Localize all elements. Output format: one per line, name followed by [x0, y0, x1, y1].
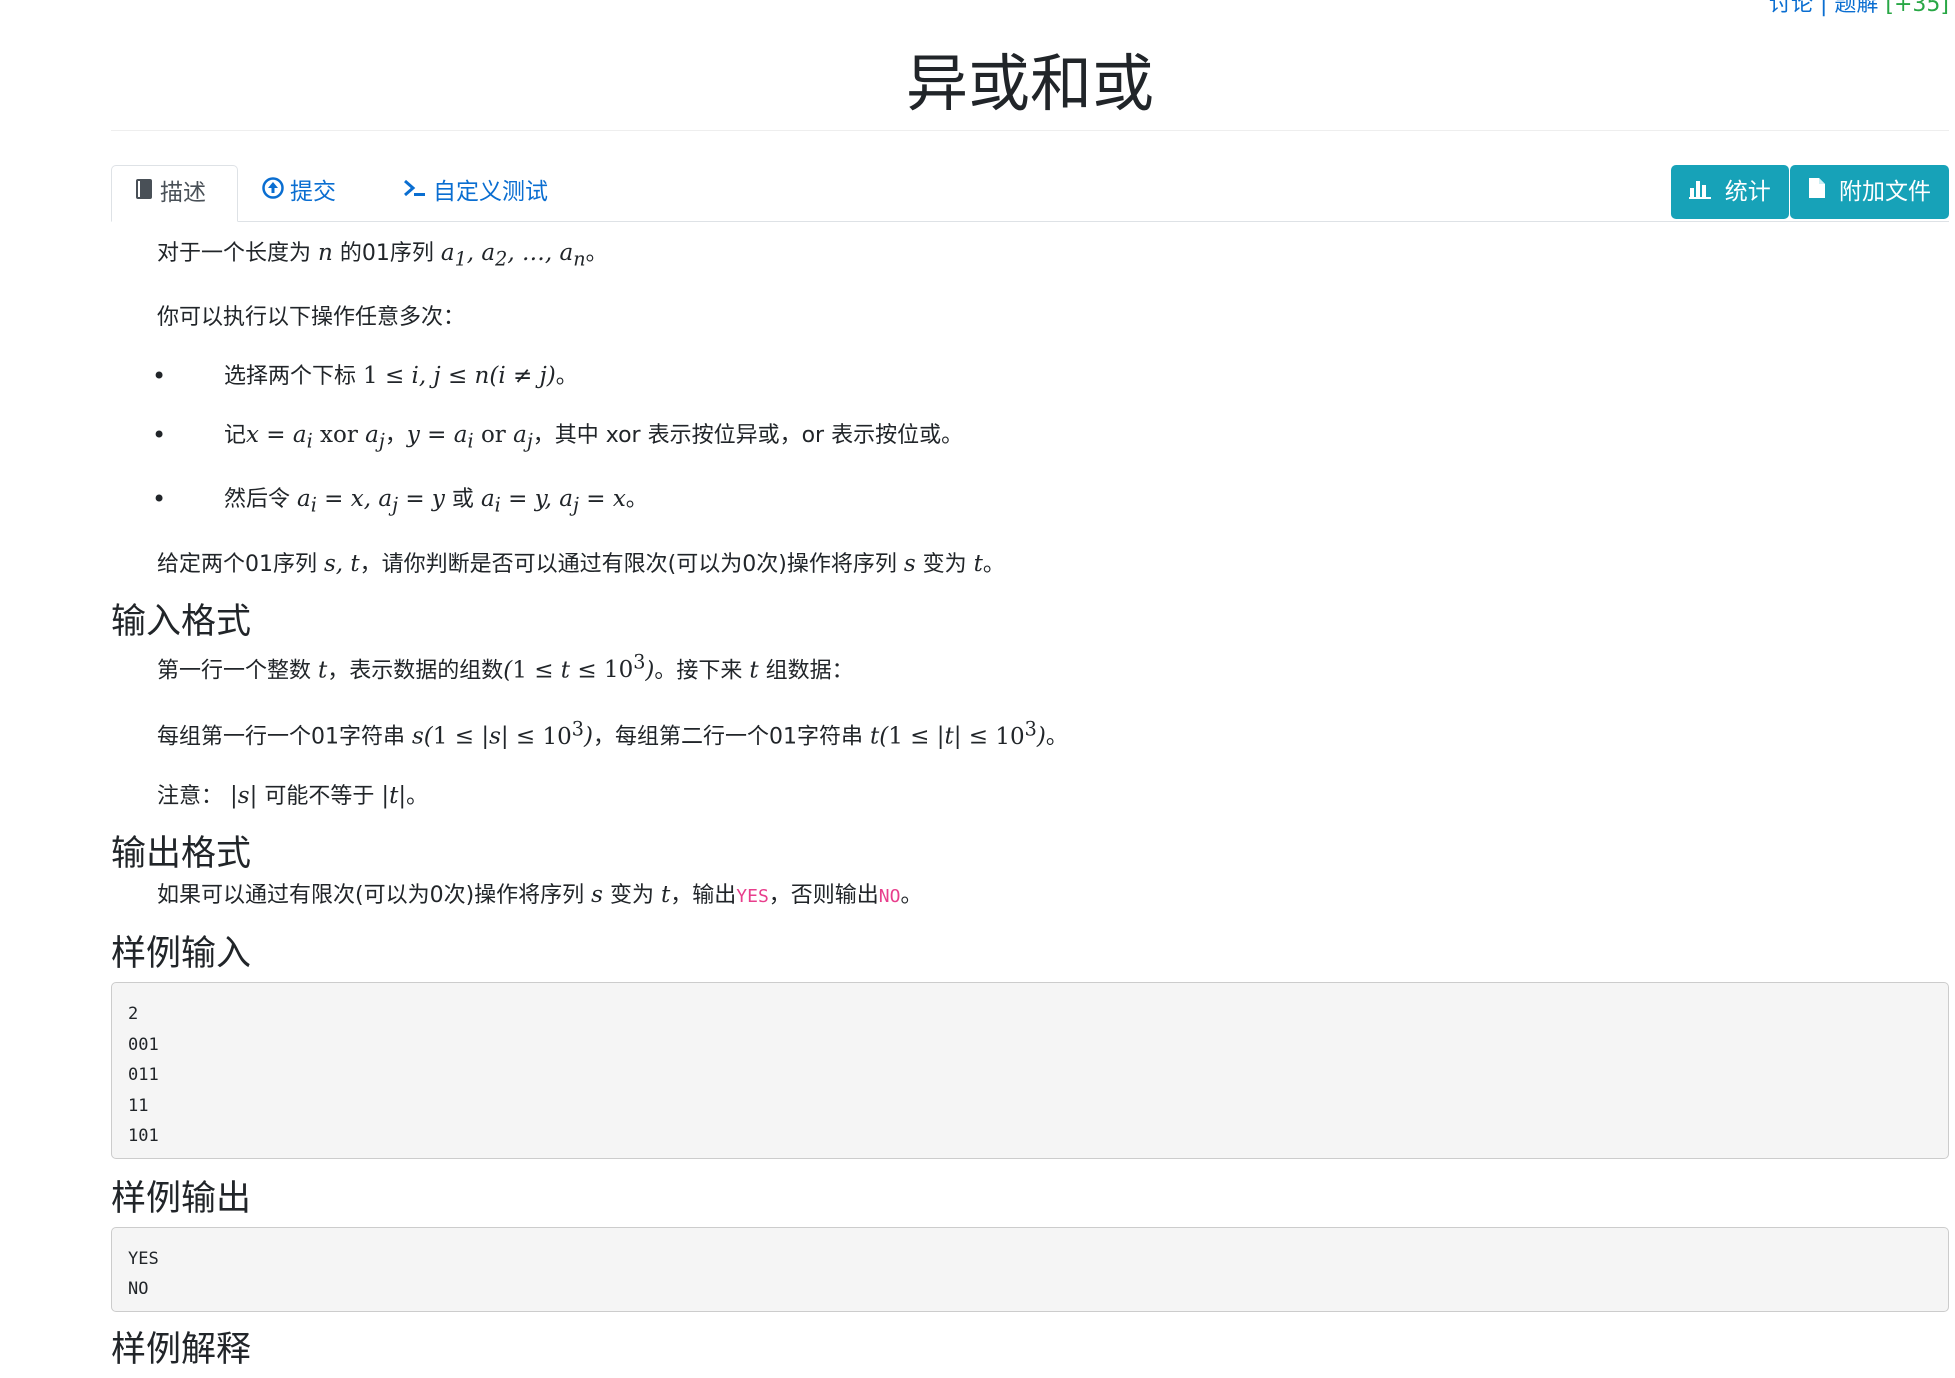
sample-input-heading: 样例输入 [111, 934, 252, 975]
tab-description[interactable]: 描述 [111, 165, 238, 222]
problem-statement: 对于一个长度为 n 的01序列 a1, a2, …, an。 你可以执行以下操作… [111, 238, 1949, 1372]
action-buttons: 统计 附加文件 [1670, 165, 1949, 219]
sample-input-block[interactable]: 2 001 011 11 101 [111, 982, 1949, 1159]
list-item: 选择两个下标 1 ≤ i, j ≤ n(i ≠ j)。 [111, 361, 1949, 392]
desc-paragraph-3: 给定两个01序列 s, t，请你判断是否可以通过有限次(可以为0次)操作将序列 … [157, 550, 1005, 577]
top-links[interactable]: 讨论 | 题解 [+35] [1769, 0, 1949, 18]
desc-paragraph-2: 你可以执行以下操作任意多次： [157, 304, 466, 330]
tab-description-label: 描述 [160, 180, 206, 206]
tab-custom-test-label: 自定义测试 [433, 179, 548, 205]
page-title: 异或和或 [111, 0, 1949, 131]
output-paragraph-1: 如果可以通过有限次(可以为0次)操作将序列 s 变为 t，输出YES，否则输出N… [157, 882, 923, 909]
input-paragraph-3: 注意： |s| 可能不等于 |t|。 [157, 783, 429, 810]
operation-list: 选择两个下标 1 ≤ i, j ≤ n(i ≠ j)。 记x = ai xor … [111, 361, 1949, 521]
sample-output-heading: 样例输出 [111, 1178, 252, 1219]
tab-bar: 描述 提交 自定义测试 统计 附加文件 [111, 165, 1949, 222]
problem-container: 讨论 | 题解 [+35] 异或和或 描述 提交 自定义测试 统计 附加文件 对… [111, 0, 1949, 1372]
input-paragraph-1: 第一行一个整数 t，表示数据的组数(1 ≤ t ≤ 103)。接下来 t 组数据… [157, 650, 854, 684]
book-icon [134, 166, 154, 221]
tab-submit-label: 提交 [290, 179, 336, 205]
input-format-heading: 输入格式 [111, 601, 252, 642]
attachments-label: 附加文件 [1839, 179, 1931, 205]
statistics-label: 统计 [1724, 179, 1771, 205]
statistics-button[interactable]: 统计 [1671, 165, 1789, 219]
upload-icon [262, 165, 284, 220]
bar-chart-icon [1689, 179, 1718, 205]
terminal-icon [403, 165, 427, 220]
list-item: 然后令 ai = x, aj = y 或 ai = y, aj = x。 [111, 484, 1949, 521]
solution-count[interactable]: [+35] [1885, 0, 1949, 17]
sample-output-block[interactable]: YES NO [111, 1226, 1949, 1312]
discussion-solution-links[interactable]: 讨论 | 题解 [1769, 0, 1878, 17]
input-paragraph-2: 每组第一行一个01字符串 s(1 ≤ |s| ≤ 103)，每组第二行一个01字… [157, 717, 1068, 751]
list-item: 记x = ai xor aj，y = ai or aj，其中 xor 表示按位异… [111, 420, 1949, 457]
file-icon [1808, 178, 1833, 205]
tab-submit[interactable]: 提交 [240, 165, 358, 220]
no-code: NO [878, 886, 901, 908]
output-format-heading: 输出格式 [111, 834, 252, 875]
yes-code: YES [736, 886, 769, 908]
desc-paragraph-1: 对于一个长度为 n 的01序列 a1, a2, …, an。 [157, 240, 608, 271]
sample-explanation-heading: 样例解释 [111, 1329, 252, 1370]
attachments-button[interactable]: 附加文件 [1789, 165, 1949, 219]
tab-custom-test[interactable]: 自定义测试 [381, 165, 570, 220]
